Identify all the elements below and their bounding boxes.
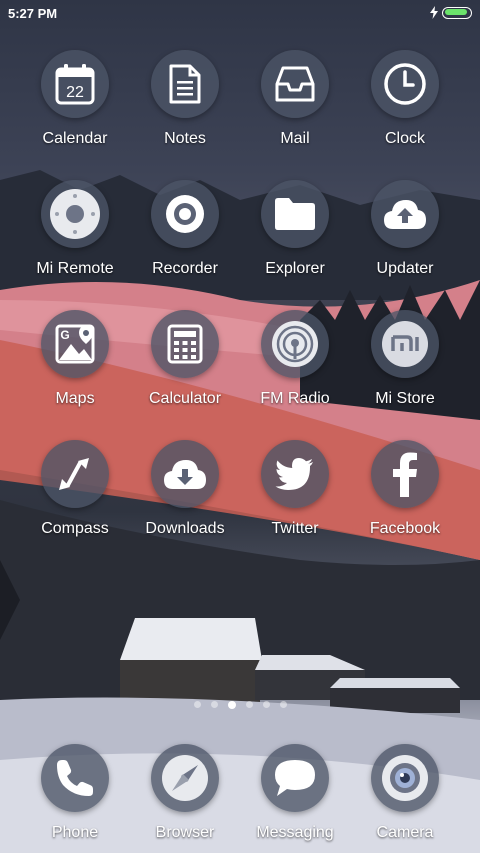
battery-level-fill — [445, 9, 467, 15]
mail-icon — [275, 66, 315, 102]
app-grid: 22 Calendar Notes Mail Clock Mi Remote R… — [0, 50, 480, 548]
app-icon-background — [261, 310, 329, 378]
app-icon-background — [151, 180, 219, 248]
page-indicator — [0, 700, 480, 709]
status-icons — [430, 6, 472, 19]
app-label: Updater — [376, 260, 434, 277]
phone-icon — [57, 760, 93, 796]
app-label: Messaging — [256, 824, 334, 841]
page-dot-active[interactable] — [227, 700, 236, 709]
app-icon-background — [151, 310, 219, 378]
app-recorder[interactable]: Recorder — [130, 180, 240, 288]
mi-store-icon — [382, 321, 428, 367]
app-mi-store[interactable]: Mi Store — [350, 310, 460, 418]
calculator-icon — [167, 324, 203, 364]
app-icon-background — [41, 440, 109, 508]
app-label: Browser — [155, 824, 215, 841]
camera-icon — [382, 755, 428, 801]
page-dot[interactable] — [193, 701, 201, 708]
dock-camera[interactable]: Camera — [350, 744, 460, 852]
app-icon-background — [261, 440, 329, 508]
facebook-icon — [393, 452, 417, 497]
dock-phone[interactable]: Phone — [20, 744, 130, 852]
app-icon-background — [371, 50, 439, 118]
app-icon-background: G — [41, 310, 109, 378]
svg-text:G: G — [60, 328, 69, 342]
app-icon-background: 22 — [41, 50, 109, 118]
page-dot[interactable] — [262, 701, 270, 708]
charging-bolt-icon — [430, 6, 438, 19]
calendar-icon: 22 — [55, 64, 95, 105]
app-label: Explorer — [265, 260, 325, 277]
notes-icon — [169, 64, 201, 104]
app-label: Calendar — [42, 130, 108, 147]
app-mail[interactable]: Mail — [240, 50, 350, 158]
app-label: Twitter — [271, 520, 319, 537]
remote-icon — [50, 189, 100, 239]
dock-browser[interactable]: Browser — [130, 744, 240, 852]
app-twitter[interactable]: Twitter — [240, 440, 350, 548]
page-dot[interactable] — [245, 701, 253, 708]
app-label: Camera — [376, 824, 434, 841]
recorder-icon — [166, 195, 204, 233]
dock-messaging[interactable]: Messaging — [240, 744, 350, 852]
browser-icon — [162, 755, 208, 801]
app-icon-background — [151, 440, 219, 508]
app-calculator[interactable]: Calculator — [130, 310, 240, 418]
page-dot[interactable] — [279, 701, 287, 708]
dock: Phone Browser Messaging Camera — [0, 744, 480, 852]
compass-icon — [59, 458, 89, 490]
app-label: Maps — [55, 390, 95, 407]
folder-icon — [275, 198, 315, 230]
app-icon-background — [261, 180, 329, 248]
app-label: Notes — [164, 130, 206, 147]
app-icon-background — [371, 440, 439, 508]
app-label: Phone — [51, 824, 99, 841]
messaging-icon — [275, 760, 315, 796]
app-label: Downloads — [145, 520, 225, 537]
app-label: Facebook — [369, 520, 441, 537]
app-label: Compass — [41, 520, 109, 537]
app-label: FM Radio — [260, 390, 330, 407]
battery-icon — [442, 6, 472, 19]
app-maps[interactable]: G Maps — [20, 310, 130, 418]
app-mi-remote[interactable]: Mi Remote — [20, 180, 130, 288]
app-icon-background — [151, 744, 219, 812]
maps-icon: G — [55, 324, 95, 364]
app-label: Mi Store — [375, 390, 435, 407]
app-icon-background — [371, 310, 439, 378]
radio-icon — [272, 321, 318, 367]
app-label: Recorder — [152, 260, 218, 277]
app-calendar[interactable]: 22 Calendar — [20, 50, 130, 158]
app-icon-background — [371, 744, 439, 812]
app-icon-background — [261, 744, 329, 812]
status-bar: 5:27 PM — [0, 0, 480, 28]
cloud-download-icon — [164, 460, 206, 489]
app-icon-background — [41, 744, 109, 812]
app-facebook[interactable]: Facebook — [350, 440, 460, 548]
twitter-icon — [275, 458, 313, 490]
app-explorer[interactable]: Explorer — [240, 180, 350, 288]
status-time: 5:27 PM — [8, 6, 58, 21]
app-label: Calculator — [148, 390, 222, 407]
app-fm-radio[interactable]: FM Radio — [240, 310, 350, 418]
app-label: Mi Remote — [36, 260, 114, 277]
clock-icon — [384, 63, 426, 105]
app-icon-background — [261, 50, 329, 118]
app-notes[interactable]: Notes — [130, 50, 240, 158]
app-downloads[interactable]: Downloads — [130, 440, 240, 548]
app-icon-background — [41, 180, 109, 248]
app-compass[interactable]: Compass — [20, 440, 130, 548]
page-dot[interactable] — [210, 701, 218, 708]
cloud-upload-icon — [384, 200, 426, 229]
app-icon-background — [371, 180, 439, 248]
calendar-day-number: 22 — [66, 84, 84, 101]
app-label: Mail — [280, 130, 310, 147]
app-updater[interactable]: Updater — [350, 180, 460, 288]
app-label: Clock — [384, 130, 425, 147]
app-icon-background — [151, 50, 219, 118]
app-clock[interactable]: Clock — [350, 50, 460, 158]
